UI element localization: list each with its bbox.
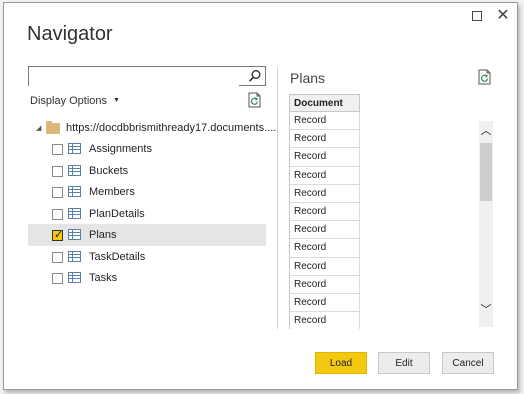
dialog-title: Navigator <box>27 23 113 45</box>
cancel-button[interactable]: Cancel <box>442 352 494 374</box>
table-icon <box>68 186 81 197</box>
table-icon <box>68 143 81 154</box>
checkbox[interactable] <box>52 208 63 220</box>
grid-cell[interactable]: Record <box>290 221 360 240</box>
checkbox[interactable] <box>52 251 63 263</box>
tree-item-label: PlanDetails <box>89 208 145 220</box>
search-icon[interactable] <box>248 69 262 83</box>
table-icon <box>68 272 81 283</box>
scroll-down-icon[interactable]: ﹀ <box>479 303 493 317</box>
grid-cell[interactable]: Record <box>290 312 360 329</box>
pane-divider[interactable] <box>277 67 278 329</box>
tree-item-label: TaskDetails <box>89 251 146 263</box>
scroll-up-icon[interactable]: ︿ <box>479 124 493 138</box>
preview-vertical-scrollbar[interactable]: ︿ ﹀ <box>479 121 493 327</box>
refresh-icon[interactable] <box>248 92 262 108</box>
preview-grid-viewport: Document Record Record Record Record Rec… <box>289 94 369 329</box>
grid-cell[interactable]: Record <box>290 112 360 131</box>
grid-cell[interactable]: Record <box>290 166 360 185</box>
grid-cell[interactable]: Record <box>290 293 360 313</box>
display-options-dropdown[interactable]: Display Options ▼ <box>30 95 120 107</box>
checkbox-checked[interactable]: ✓ <box>52 228 64 241</box>
table-icon <box>68 251 81 262</box>
grid-cell[interactable]: Record <box>290 275 360 294</box>
table-icon <box>68 208 81 219</box>
maximize-button[interactable] <box>470 9 484 23</box>
navigator-dialog: ✕ Navigator Display Options ▼ ◢ https://d… <box>3 2 518 390</box>
table-icon <box>68 229 81 240</box>
tree-item-label: Members <box>89 186 135 198</box>
grid-cell[interactable]: Record <box>290 257 360 276</box>
load-button[interactable]: Load <box>315 352 367 374</box>
scroll-thumb[interactable] <box>480 143 492 201</box>
tree-item-label: Buckets <box>89 165 129 177</box>
tree-item-plandetails[interactable]: PlanDetails <box>28 203 266 225</box>
search-box[interactable] <box>28 66 266 86</box>
preview-grid: Document Record Record Record Record Rec… <box>289 94 360 329</box>
grid-cell[interactable]: Record <box>290 239 360 258</box>
tree-item-tasks[interactable]: Tasks <box>28 267 266 289</box>
column-header-document[interactable]: Document <box>290 94 360 112</box>
edit-button[interactable]: Edit <box>378 352 430 374</box>
tree-item-label: Plans <box>89 229 117 241</box>
checkbox[interactable] <box>52 186 63 198</box>
checkmark-icon: ✓ <box>54 228 64 241</box>
tree-item-plans[interactable]: ✓ Plans <box>28 224 266 246</box>
display-options-label: Display Options <box>30 95 108 107</box>
grid-cell[interactable]: Record <box>290 148 360 167</box>
checkbox[interactable] <box>52 272 63 284</box>
tree-item-members[interactable]: Members <box>28 181 266 203</box>
checkbox[interactable] <box>52 143 63 155</box>
tree-item-assignments[interactable]: Assignments <box>28 138 266 160</box>
tree-root-node[interactable]: ◢ https://docdbbrismithready17.documents… <box>36 119 276 137</box>
search-input[interactable] <box>29 68 239 86</box>
checkbox[interactable] <box>52 165 63 177</box>
table-icon <box>68 165 81 176</box>
maximize-icon <box>472 11 482 21</box>
collapse-triangle-icon[interactable]: ◢ <box>36 124 46 132</box>
tree-item-buckets[interactable]: Buckets <box>28 160 266 182</box>
tree-item-taskdetails[interactable]: TaskDetails <box>28 246 266 268</box>
folder-icon <box>46 120 60 134</box>
tree-root-label: https://docdbbrismithready17.documents..… <box>66 122 277 134</box>
preview-title: Plans <box>290 70 326 86</box>
tree-item-label: Tasks <box>89 272 118 284</box>
grid-cell[interactable]: Record <box>290 184 360 203</box>
tree-item-label: Assignments <box>89 143 152 155</box>
caret-down-icon: ▼ <box>113 97 120 104</box>
close-button[interactable]: ✕ <box>496 8 510 24</box>
refresh-preview-icon[interactable] <box>478 69 492 85</box>
grid-cell[interactable]: Record <box>290 130 360 149</box>
grid-cell[interactable]: Record <box>290 202 360 222</box>
